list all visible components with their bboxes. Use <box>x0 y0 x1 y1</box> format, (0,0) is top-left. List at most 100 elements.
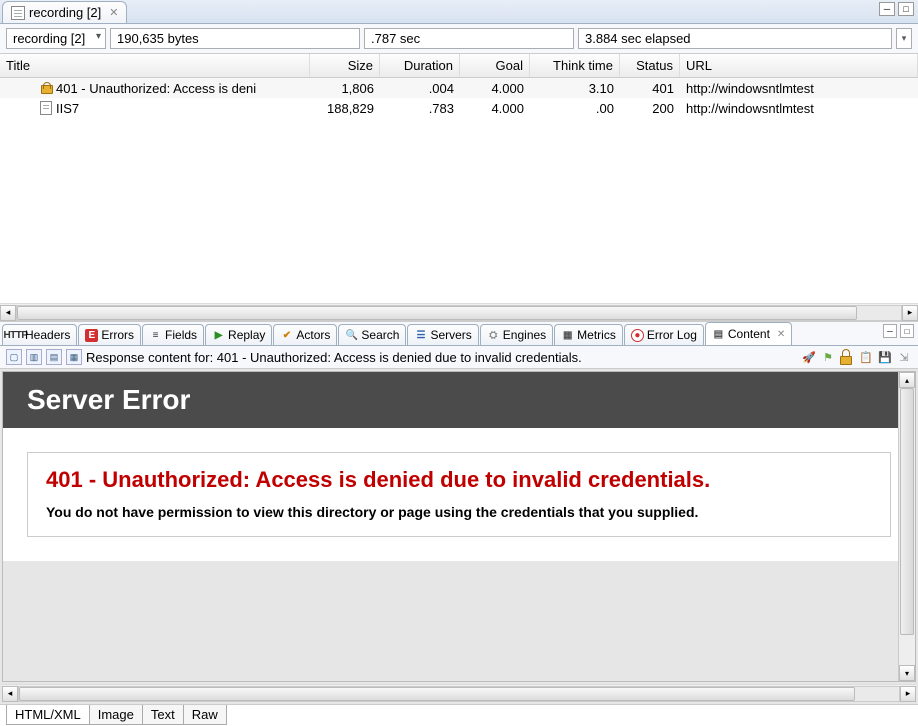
tab-error-log[interactable]: ●Error Log <box>624 324 704 345</box>
col-status[interactable]: Status <box>620 54 680 77</box>
col-size[interactable]: Size <box>310 54 380 77</box>
lock-icon[interactable] <box>839 349 855 365</box>
detail-tab-bar: HTTPHeaders EErrors ≡Fields ▶Replay ✔Act… <box>0 322 918 346</box>
summary-toolbar: recording [2] 190,635 bytes .787 sec 3.8… <box>0 24 918 54</box>
cell-title: IIS7 <box>56 101 79 116</box>
recording-selector-label: recording [2] <box>13 31 85 46</box>
lock-icon <box>40 82 52 94</box>
maximize-pane-button[interactable]: □ <box>900 324 914 338</box>
tab-errors[interactable]: EErrors <box>78 324 141 345</box>
check-icon: ✔ <box>280 329 293 342</box>
cell-size: 1,806 <box>310 79 380 98</box>
close-icon[interactable]: ✕ <box>777 329 785 340</box>
content-view: Server Error 401 - Unauthorized: Access … <box>0 369 918 704</box>
scroll-right-button[interactable]: ▸ <box>902 305 918 321</box>
cell-status: 401 <box>620 79 680 98</box>
table-row[interactable]: IIS7 188,829 .783 4.000 .00 200 http://w… <box>0 98 918 118</box>
cell-duration: .783 <box>380 99 460 118</box>
error-title: 401 - Unauthorized: Access is denied due… <box>46 467 872 493</box>
layout-split-h-button[interactable]: ▥ <box>26 349 42 365</box>
http-icon: HTTP <box>9 329 22 342</box>
scroll-right-button[interactable]: ▸ <box>900 686 916 702</box>
tab-metrics[interactable]: ▦Metrics <box>554 324 623 345</box>
tab-replay[interactable]: ▶Replay <box>205 324 272 345</box>
tab-content[interactable]: ▤Content✕ <box>705 322 792 345</box>
cell-goal: 4.000 <box>460 99 530 118</box>
play-icon: ▶ <box>212 329 225 342</box>
cell-goal: 4.000 <box>460 79 530 98</box>
layout-single-button[interactable]: ▢ <box>6 349 22 365</box>
flag-icon[interactable]: ⚑ <box>820 349 836 365</box>
content-toolbar: ▢ ▥ ▤ ▦ Response content for: 401 - Unau… <box>0 346 918 369</box>
scroll-down-button[interactable]: ▾ <box>899 665 915 681</box>
error-log-icon: ● <box>631 329 644 342</box>
col-title[interactable]: Title <box>0 54 310 77</box>
scroll-thumb[interactable] <box>900 388 914 635</box>
scroll-left-button[interactable]: ◂ <box>2 686 18 702</box>
content-v-scrollbar[interactable]: ▴ ▾ <box>898 372 915 681</box>
content-h-scrollbar[interactable]: ◂ ▸ <box>2 684 916 702</box>
error-page-header: Server Error <box>3 372 915 428</box>
cell-status: 200 <box>620 99 680 118</box>
table-row[interactable]: 401 - Unauthorized: Access is deni 1,806… <box>0 78 918 98</box>
scroll-thumb[interactable] <box>19 687 855 701</box>
cell-title: 401 - Unauthorized: Access is deni <box>56 81 256 96</box>
request-table: Title Size Duration Goal Think time Stat… <box>0 54 918 322</box>
tab-search[interactable]: 🔍Search <box>338 324 406 345</box>
metrics-icon: ▦ <box>561 329 574 342</box>
error-icon: E <box>85 329 98 342</box>
bytes-readout[interactable]: 190,635 bytes <box>110 28 360 49</box>
col-url[interactable]: URL <box>680 54 918 77</box>
tab-text[interactable]: Text <box>142 705 184 725</box>
col-duration[interactable]: Duration <box>380 54 460 77</box>
search-icon: 🔍 <box>345 329 358 342</box>
seconds-readout[interactable]: .787 sec <box>364 28 574 49</box>
scroll-up-button[interactable]: ▴ <box>899 372 915 388</box>
col-think-time[interactable]: Think time <box>530 54 620 77</box>
copy-icon[interactable]: 📋 <box>858 349 874 365</box>
table-h-scrollbar[interactable]: ◂ ▸ <box>0 303 918 321</box>
cell-url: http://windowsntlmtest <box>680 79 918 98</box>
tab-raw[interactable]: Raw <box>183 705 227 725</box>
view-menu-dropdown[interactable]: ▾ <box>896 28 912 49</box>
cell-think: .00 <box>530 99 620 118</box>
cell-url: http://windowsntlmtest <box>680 99 918 118</box>
rendered-response: Server Error 401 - Unauthorized: Access … <box>3 372 915 561</box>
layout-split-v-button[interactable]: ▤ <box>46 349 62 365</box>
tab-engines[interactable]: ⛭Engines <box>480 324 553 345</box>
tab-html-xml[interactable]: HTML/XML <box>6 705 90 725</box>
content-description: Response content for: 401 - Unauthorized… <box>86 350 797 365</box>
scroll-left-button[interactable]: ◂ <box>0 305 16 321</box>
editor-tab-recording[interactable]: recording [2] ✕ <box>2 1 127 23</box>
tab-headers[interactable]: HTTPHeaders <box>2 324 77 345</box>
content-icon: ▤ <box>712 328 725 341</box>
save-icon[interactable]: 💾 <box>877 349 893 365</box>
tab-servers[interactable]: ☰Servers <box>407 324 478 345</box>
scroll-track[interactable] <box>18 686 900 702</box>
table-body: 401 - Unauthorized: Access is deni 1,806… <box>0 78 918 303</box>
tab-image[interactable]: Image <box>89 705 143 725</box>
export-icon[interactable]: ⇲ <box>896 349 912 365</box>
col-goal[interactable]: Goal <box>460 54 530 77</box>
minimize-pane-button[interactable]: ─ <box>883 324 897 338</box>
rocket-icon[interactable]: 🚀 <box>801 349 817 365</box>
scroll-thumb[interactable] <box>17 306 857 320</box>
tab-fields[interactable]: ≡Fields <box>142 324 204 345</box>
content-scroll-area[interactable]: Server Error 401 - Unauthorized: Access … <box>2 371 916 682</box>
page-icon <box>11 6 25 20</box>
window-controls: ─ □ <box>879 2 914 16</box>
engine-icon: ⛭ <box>487 329 500 342</box>
layout-grid-button[interactable]: ▦ <box>66 349 82 365</box>
elapsed-readout[interactable]: 3.884 sec elapsed <box>578 28 892 49</box>
minimize-button[interactable]: ─ <box>879 2 895 16</box>
tab-actors[interactable]: ✔Actors <box>273 324 337 345</box>
detail-pane-controls: ─ □ <box>883 324 914 338</box>
editor-tab-bar: recording [2] ✕ ─ □ <box>0 0 918 24</box>
table-header: Title Size Duration Goal Think time Stat… <box>0 54 918 78</box>
cell-size: 188,829 <box>310 99 380 118</box>
close-icon[interactable]: ✕ <box>109 6 118 19</box>
maximize-button[interactable]: □ <box>898 2 914 16</box>
recording-selector[interactable]: recording [2] <box>6 28 106 49</box>
server-icon: ☰ <box>414 329 427 342</box>
scroll-track[interactable] <box>16 305 902 321</box>
